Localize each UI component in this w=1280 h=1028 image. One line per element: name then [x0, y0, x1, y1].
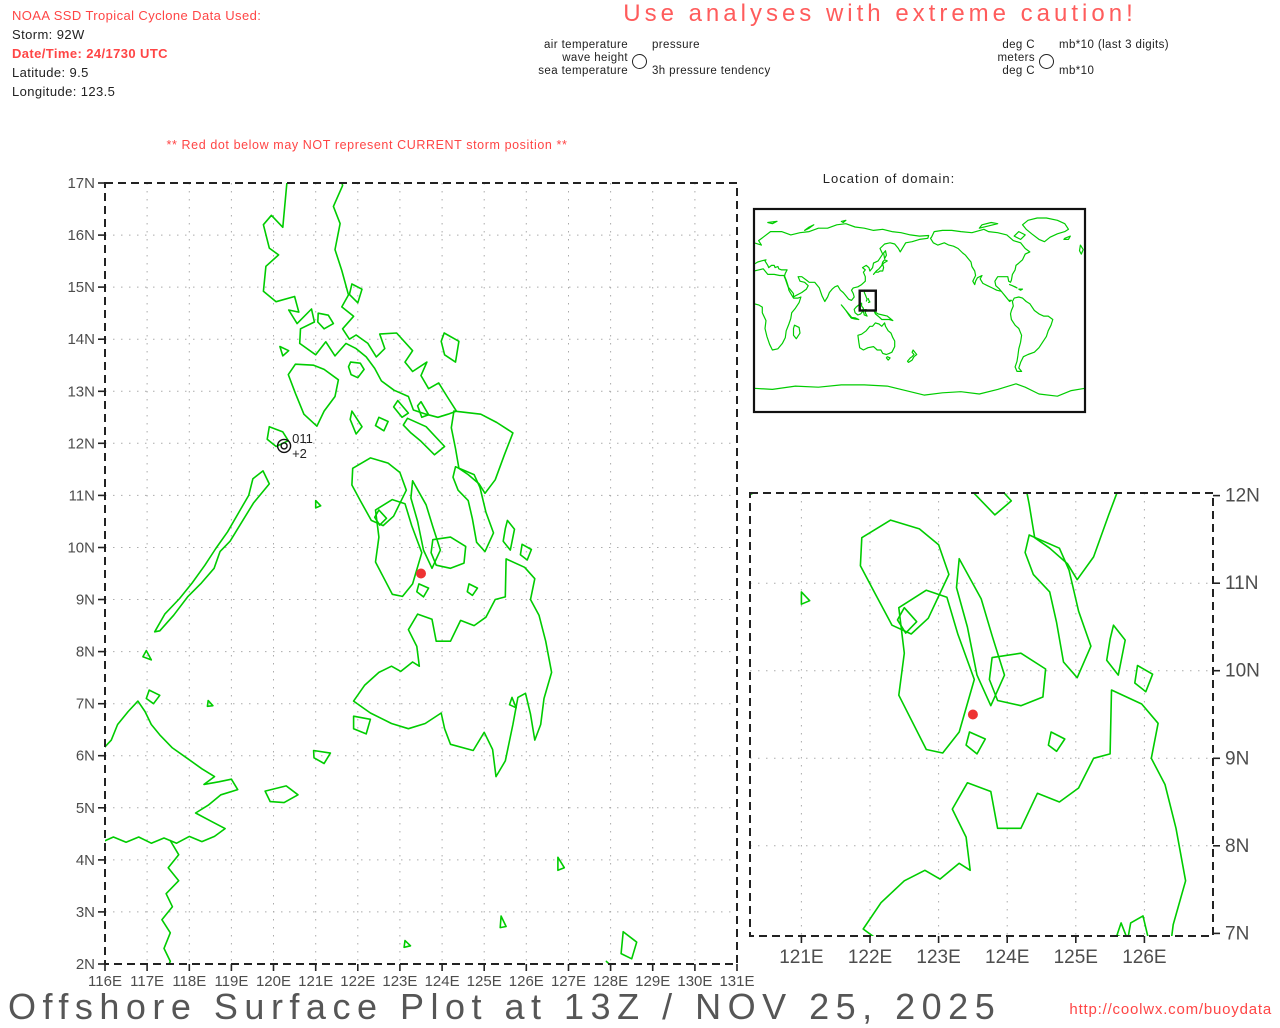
svg-text:13N: 13N [67, 383, 95, 400]
svg-text:17N: 17N [67, 175, 95, 192]
storm-longitude: Longitude: 123.5 [12, 84, 116, 99]
station-circle-icon [632, 54, 647, 69]
svg-text:7N: 7N [76, 696, 95, 713]
svg-text:2N: 2N [76, 956, 95, 973]
svg-text:8N: 8N [1225, 836, 1249, 857]
coastlines [105, 183, 638, 964]
svg-text:123E: 123E [916, 947, 960, 968]
caution-banner: Use analyses with extreme caution! [623, 0, 1137, 27]
svg-text:10N: 10N [1225, 661, 1260, 682]
svg-text:7N: 7N [1225, 923, 1249, 944]
legend-sea-temp: sea temperature [538, 65, 628, 77]
svg-text:10N: 10N [67, 540, 95, 557]
station-marker: 011 +2 [276, 431, 313, 461]
svg-text:9N: 9N [76, 592, 95, 609]
legend-pressure: pressure [652, 39, 700, 51]
svg-text:16N: 16N [67, 227, 95, 244]
world-inset-map [752, 207, 1087, 414]
source-url[interactable]: http://coolwx.com/buoydata [1069, 1001, 1272, 1018]
legend-wave-height: wave height [562, 52, 628, 64]
svg-text:126E: 126E [1122, 947, 1166, 968]
svg-text:124E: 124E [985, 947, 1029, 968]
storm-info-title: NOAA SSD Tropical Cyclone Data Used: [12, 8, 262, 23]
units-circle-icon [1039, 54, 1054, 69]
svg-text:121E: 121E [779, 947, 823, 968]
inset-map-title: Location of domain: [822, 171, 956, 186]
legend-unit-degc-1: deg C [1002, 39, 1035, 51]
svg-text:122E: 122E [848, 947, 892, 968]
legend-air-temp: air temperature [544, 39, 628, 51]
legend-tendency: 3h pressure tendency [652, 65, 771, 77]
svg-text:8N: 8N [76, 644, 95, 661]
storm-dot [416, 568, 426, 579]
svg-text:5N: 5N [76, 800, 95, 817]
legend-unit-meters: meters [997, 52, 1035, 64]
red-dot-warning: ** Red dot below may NOT represent CURRE… [166, 138, 568, 152]
svg-text:+2: +2 [292, 446, 307, 461]
main-map: 011 +2 116E 117E 118E 119E 120E 121E 122… [67, 175, 754, 990]
plot-title: Offshore Surface Plot at 13Z / NOV 25, 2… [8, 986, 1002, 1027]
storm-dot-zoom [967, 709, 978, 720]
storm-latitude: Latitude: 9.5 [12, 65, 89, 80]
svg-text:11N: 11N [69, 487, 95, 504]
storm-id: Storm: 92W [12, 27, 85, 42]
storm-info: NOAA SSD Tropical Cyclone Data Used: Sto… [12, 6, 261, 101]
svg-text:3N: 3N [76, 904, 95, 921]
zoom-map-frame [749, 492, 1214, 937]
svg-text:6N: 6N [76, 748, 95, 765]
surface-plot-canvas: 011 +2 116E 117E 118E 119E 120E 121E 122… [67, 175, 1260, 990]
svg-text:14N: 14N [67, 331, 95, 348]
svg-text:12N: 12N [1225, 486, 1260, 507]
svg-text:9N: 9N [1225, 748, 1249, 769]
svg-text:15N: 15N [67, 279, 95, 296]
legend-unit-degc-2: deg C [1002, 65, 1035, 77]
svg-text:125E: 125E [1054, 947, 1098, 968]
svg-text:11N: 11N [1225, 573, 1258, 594]
legend-unit-mb10: mb*10 [1059, 65, 1095, 77]
svg-text:4N: 4N [76, 852, 95, 869]
legend-unit-mb10-digits: mb*10 (last 3 digits) [1059, 39, 1170, 51]
svg-text:011: 011 [292, 431, 313, 446]
storm-datetime: Date/Time: 24/1730 UTC [12, 46, 168, 61]
svg-text:12N: 12N [67, 435, 95, 452]
